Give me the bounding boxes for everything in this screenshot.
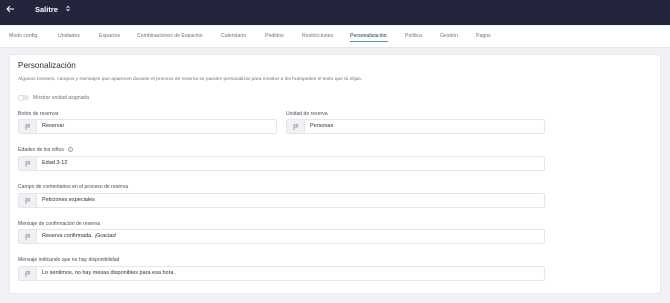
flag-icon[interactable]: [19, 194, 37, 207]
active-tab-indicator: [350, 41, 388, 42]
reserve-button-value[interactable]: Reservar: [42, 123, 64, 130]
toggle-knob[interactable]: [18, 94, 24, 101]
comments-field[interactable]: Peticiones especiales: [18, 193, 545, 208]
reservation-unit-value[interactable]: Personas: [310, 123, 333, 130]
top-bar: Salitre: [0, 0, 670, 25]
comments-field-value[interactable]: Peticiones especiales: [42, 197, 95, 204]
tab-pedidos[interactable]: Pedidos: [265, 33, 284, 40]
comments-field-label: Campo de comentarios en el proceso de re…: [18, 184, 129, 190]
venue-name[interactable]: Salitre: [35, 5, 58, 15]
tab-unidades[interactable]: Unidades: [58, 33, 80, 40]
reserve-button-label: Botón de reservar: [18, 111, 59, 117]
reserve-button-field[interactable]: Reservar: [18, 119, 277, 134]
flag-icon[interactable]: [19, 230, 37, 243]
confirmation-message-label: Mensaje de confirmación de reserva: [18, 221, 101, 227]
unavailable-message-value[interactable]: Lo sentimos, no hay mesas disponibles pa…: [42, 270, 175, 277]
tab-modo-config[interactable]: Modo config.: [9, 33, 39, 40]
tab-espacios[interactable]: Espacios: [99, 33, 120, 40]
tab-bar: Modo config. Unidades Espacios Combinaci…: [0, 26, 670, 48]
tab-personalizacion[interactable]: Personalización: [350, 33, 387, 40]
reservation-unit-field[interactable]: Personas: [286, 119, 545, 134]
info-icon[interactable]: i: [68, 147, 73, 152]
tab-restricciones[interactable]: Restricciones: [302, 33, 333, 40]
tab-politica[interactable]: Política: [405, 33, 422, 40]
reservation-unit-label: Unidad de reserva: [286, 111, 328, 117]
confirmation-message-field[interactable]: Reserva confirmada. ¡Gracias!: [18, 229, 545, 244]
child-ages-value[interactable]: Edad 3-12: [42, 160, 67, 167]
venue-selector-caret-icon[interactable]: [66, 5, 70, 14]
page-title: Personalización: [18, 61, 76, 70]
back-arrow-icon[interactable]: [6, 4, 16, 18]
confirmation-message-value[interactable]: Reserva confirmada. ¡Gracias!: [42, 233, 117, 240]
tab-gestion[interactable]: Gestión: [440, 33, 458, 40]
page-description: Algunos botones, campos y mensajes que a…: [18, 77, 363, 82]
unavailable-message-field[interactable]: Lo sentimos, no hay mesas disponibles pa…: [18, 266, 545, 281]
unavailable-message-label: Mensaje indicando que no hay disponibili…: [18, 257, 120, 263]
flag-icon[interactable]: [19, 157, 37, 170]
tab-calendario[interactable]: Calendario: [221, 33, 246, 40]
flag-icon[interactable]: [19, 120, 37, 133]
flag-icon[interactable]: [19, 267, 37, 280]
flag-icon[interactable]: [287, 120, 305, 133]
tab-pagos[interactable]: Pagos: [476, 33, 491, 40]
tab-combinaciones-de-espacios[interactable]: Combinaciones de Espacios: [137, 33, 202, 40]
child-ages-field[interactable]: Edad 3-12: [18, 156, 545, 171]
toggle-label: Mostrar unidad asignada: [33, 95, 90, 101]
child-ages-label: Edades de los niños: [18, 147, 64, 153]
